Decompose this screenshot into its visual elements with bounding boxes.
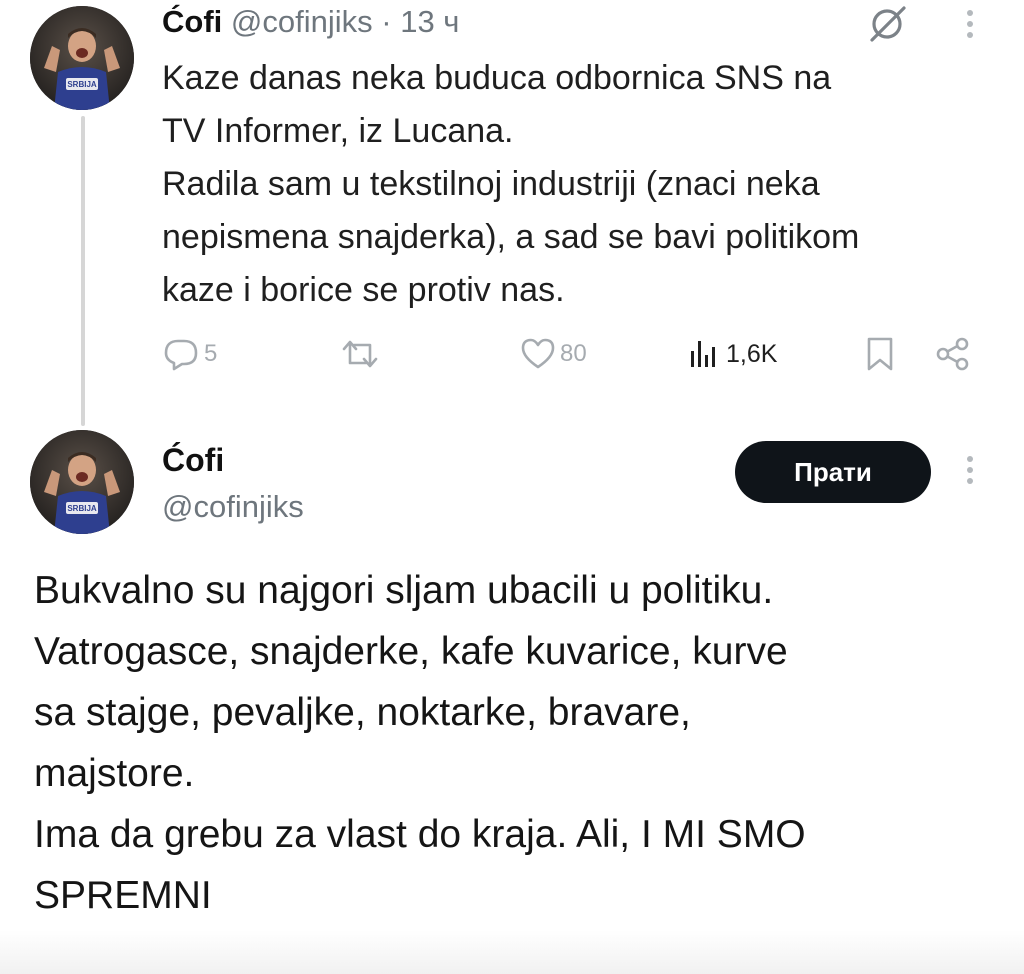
repost-icon	[342, 340, 378, 368]
tweet1-avatar[interactable]: SRBIJA	[30, 6, 134, 110]
tweet2-line-6: SPREMNI	[34, 874, 212, 917]
tweet2-line-5: Ima da grebu za vlast do kraja. Ali, I M…	[34, 813, 806, 856]
tweet2-line-3: sa stajge, pevaljke, noktarke, bravare,	[34, 691, 691, 734]
tweet1-separator: ·	[381, 4, 392, 39]
reply-button[interactable]: 5	[162, 334, 217, 374]
like-button[interactable]: 80	[520, 334, 587, 374]
tweet1-line-5: kaze i borice se protiv nas.	[162, 271, 565, 309]
grok-icon[interactable]	[866, 4, 910, 44]
tweet1-line-3: Radila sam u tekstilnoj industriji (znac…	[162, 165, 820, 203]
reply-count: 5	[204, 340, 218, 367]
tweet1-timestamp[interactable]: 13 ч	[400, 4, 459, 39]
svg-text:SRBIJA: SRBIJA	[67, 504, 97, 513]
tweet2-line-4: majstore.	[34, 752, 195, 795]
like-count: 80	[560, 340, 587, 367]
repost-button[interactable]	[340, 334, 384, 374]
views-count: 1,6K	[726, 339, 778, 368]
tweet1-handle[interactable]: @cofinjiks	[231, 4, 373, 39]
thread-connector-line	[81, 116, 85, 426]
tweet2-line-2: Vatrogasce, snajderke, kafe kuvarice, ku…	[34, 630, 788, 673]
svg-text:SRBIJA: SRBIJA	[67, 80, 97, 89]
bottom-divider	[0, 930, 1024, 974]
tweet1-header: Ćofi @cofinjiks · 13 ч	[162, 2, 459, 42]
share-icon	[936, 337, 969, 371]
share-button[interactable]	[935, 334, 971, 374]
tweet2-handle[interactable]: @cofinjiks	[162, 487, 304, 527]
avatar-photo: SRBIJA	[30, 430, 134, 534]
tweet1-text: Kaze danas neka buduca odbornica SNS na …	[162, 52, 1002, 317]
tweet1-line-2: TV Informer, iz Lucana.	[162, 112, 514, 150]
reply-icon	[164, 339, 198, 371]
tweet1-line-1: Kaze danas neka buduca odbornica SNS na	[162, 59, 832, 97]
tweet2-line-1: Bukvalno su najgori sljam ubacili u poli…	[34, 569, 774, 612]
bookmark-button[interactable]	[864, 334, 896, 374]
tweet1-display-name[interactable]: Ćofi	[162, 4, 222, 39]
heart-icon	[521, 338, 555, 369]
tweet2-more-vertical-icon[interactable]	[965, 456, 975, 492]
views-button[interactable]: 1,6K	[688, 334, 777, 374]
tweet2-avatar[interactable]: SRBIJA	[30, 430, 134, 534]
bookmark-icon	[867, 337, 893, 371]
tweet2-display-name[interactable]: Ćofi	[162, 440, 224, 480]
avatar-photo: SRBIJA	[30, 6, 134, 110]
tweet1-more-vertical-icon[interactable]	[965, 10, 975, 46]
follow-button[interactable]: Прати	[735, 441, 931, 503]
tweet2-text: Bukvalno su najgori sljam ubacili u poli…	[34, 560, 994, 926]
views-icon	[691, 341, 715, 367]
tweet1-line-4: nepismena snajderka), a sad se bavi poli…	[162, 218, 860, 256]
